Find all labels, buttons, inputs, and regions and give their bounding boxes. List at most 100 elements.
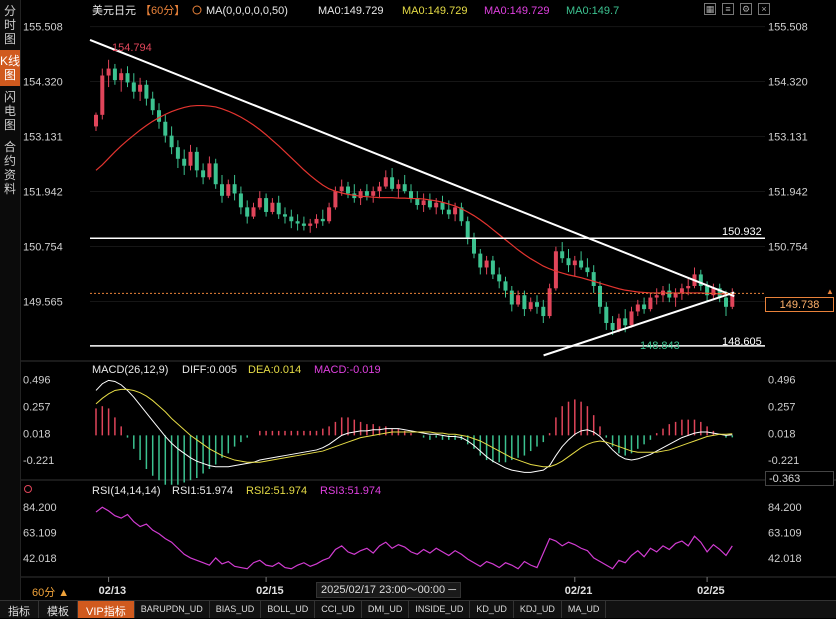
candle-body [535,302,539,307]
candle-body [276,202,281,215]
candle-body [490,260,495,275]
tab-templates[interactable]: 模板 [39,601,78,618]
tab-kd[interactable]: KD_UD [470,601,514,618]
candle-body [623,318,628,326]
tab-boll[interactable]: BOLL_UD [261,601,316,618]
candle-body [314,218,319,224]
rsi-tick-left: 63.109 [23,527,57,539]
candle-body [528,302,533,310]
indicator-tab-bar: 指标 模板 VIP指标 BARUPDN_UD BIAS_UD BOLL_UD C… [0,600,836,618]
candle-body [541,306,546,317]
tab-kdj[interactable]: KDJ_UD [514,601,562,618]
view-sidebar: 分时图 K线图 闪电图 合约资料 [0,0,21,600]
macd-tick-left: -0.221 [23,455,54,467]
candle-body [654,295,659,298]
level-148605-label: 148.605 [722,336,762,348]
macd-panel [95,379,734,485]
candle-body [635,304,640,312]
tab-dmi[interactable]: DMI_UD [362,601,410,618]
price-tick-left: 155.508 [23,22,63,34]
sidebar-tab-kline[interactable]: K线图 [0,50,20,86]
rsi-tick-left: 84.200 [23,502,57,514]
tab-barupdn[interactable]: BARUPDN_UD [135,601,210,618]
candle-body [333,191,338,208]
candle-body [604,306,609,323]
rsi-tick-right: 42.018 [768,553,802,565]
period-label[interactable]: 【60分】 [140,4,185,17]
candle-body [472,237,476,254]
macd-tick-left: 0.496 [23,375,51,387]
rsi-title: RSI(14,14,14) [92,485,160,497]
tab-ma[interactable]: MA_UD [562,601,607,618]
rsi2-value: RSI2:51.974 [246,485,307,497]
candle-body [327,207,332,222]
candle-body [138,84,143,92]
tab-inside[interactable]: INSIDE_UD [409,601,471,618]
tab-bias[interactable]: BIAS_UD [210,601,262,618]
chart-canvas[interactable]: 155.508 155.508 154.320 154.320 153.131 153.1… [0,0,836,600]
tab-indicators[interactable]: 指标 [0,601,39,618]
candle-body [245,207,250,217]
candle-body [686,285,691,289]
candle-body [226,184,231,196]
macd-tick-right: 0.496 [768,375,796,387]
candle-body [289,216,294,222]
high-annotation: 154.794 [112,42,152,54]
ma50-line [95,104,733,295]
candle-body [434,202,439,208]
price-tick-right: 153.131 [768,132,808,144]
candle-body [358,191,363,199]
candle-body [371,191,376,196]
cursor-time-label: 2025/02/17 23:00～00:00 ─ [316,582,462,598]
settings-icon[interactable]: ⚙ [740,3,752,15]
candle-body [188,151,193,166]
sidebar-tab-contract-info[interactable]: 合约资料 [0,136,20,200]
grid-icon[interactable]: ▦ [704,3,716,15]
ma-value-4: MA0:149.7 [566,5,619,17]
candle-body [220,184,224,196]
candle-body [194,151,199,171]
candle-body [100,75,105,115]
candle-body [270,202,275,212]
sidebar-tab-flash[interactable]: 闪电图 [0,86,20,136]
rsi-line [95,506,733,570]
tab-vip-indicators[interactable]: VIP指标 [78,601,135,618]
candle-body [232,184,237,194]
candle-body [119,73,124,81]
candle-body [377,186,382,192]
list-icon[interactable]: ≡ [722,3,734,15]
tab-cci[interactable]: CCI_UD [315,601,362,618]
macd-title: MACD(26,12,9) [92,364,168,376]
rsi-tick-right: 84.200 [768,502,802,514]
candle-body [308,223,313,226]
price-tick-right: 151.942 [768,187,808,199]
sidebar-tab-timeshare[interactable]: 分时图 [0,0,20,50]
close-icon[interactable]: × [758,3,770,15]
candle-body [579,260,584,268]
candle-body [648,297,653,310]
candle-body [440,202,445,210]
macd-tick-right: -0.221 [768,455,799,467]
rsi-indicator-icon[interactable] [24,485,32,493]
candle-body [566,258,571,266]
candle-body [516,295,521,305]
candle-body [131,82,136,92]
macd-diff-value: DIFF:0.005 [182,364,237,376]
macd-tick-right: 0.257 [768,402,796,414]
period-footer[interactable]: 60分 ▲ [32,584,69,600]
macd-current-badge: -0.363 [765,471,834,486]
candle-body [478,253,483,268]
candle-body [497,274,502,282]
candle-body [484,260,489,268]
x-tick-label: 02/15 [256,585,284,597]
candle-body [390,177,395,189]
macd-macd-value: MACD:-0.019 [314,364,381,376]
candle-body [94,114,98,127]
candle-body [396,184,401,189]
candle-body [106,68,111,76]
price-tick-left: 153.131 [23,132,63,144]
settings-circle-icon[interactable] [192,5,202,15]
x-tick-label: 02/25 [697,585,725,597]
candle-body [547,288,552,317]
rsi1-value: RSI1:51.974 [172,485,233,497]
